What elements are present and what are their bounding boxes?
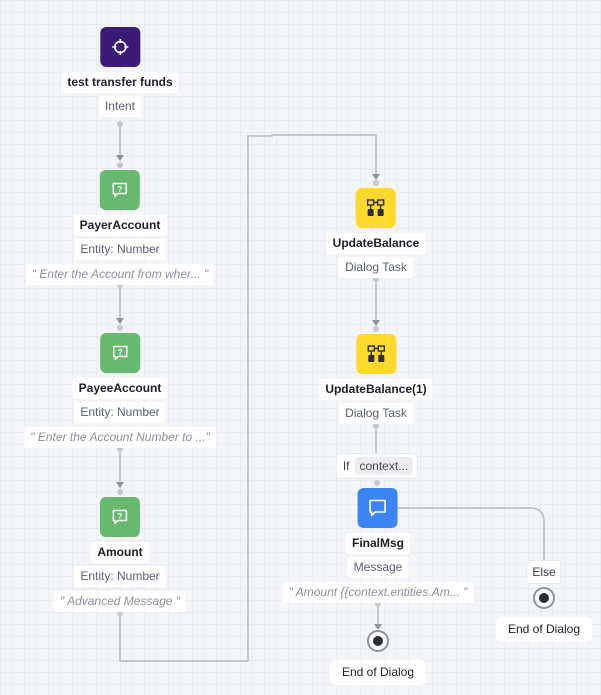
condition-value[interactable]: context... bbox=[354, 457, 414, 475]
prompt-text: Advanced Message bbox=[67, 594, 173, 608]
message-node-icon-box[interactable] bbox=[357, 488, 398, 528]
node-type-label: Intent bbox=[98, 96, 142, 117]
arrowhead bbox=[116, 482, 124, 488]
condition-if-block[interactable]: If context... bbox=[335, 453, 419, 479]
quote-close: " bbox=[203, 267, 209, 281]
end-node-icon[interactable] bbox=[532, 587, 555, 609]
prompt-text: Enter the Account Number to ... bbox=[37, 430, 206, 444]
crosshair-icon bbox=[110, 37, 130, 57]
node-title: UpdateBalance bbox=[326, 233, 426, 254]
svg-text:?: ? bbox=[118, 348, 123, 357]
dialog-task-icon-box[interactable] bbox=[355, 188, 396, 228]
input-port[interactable] bbox=[373, 326, 379, 332]
quote-close: " bbox=[463, 585, 468, 599]
end-dot bbox=[372, 636, 383, 646]
entity-node-icon-box[interactable]: ? bbox=[99, 497, 140, 537]
update-balance-1-node[interactable]: UpdateBalance(1) Dialog Task bbox=[319, 334, 433, 424]
node-title: FinalMsg bbox=[345, 533, 411, 554]
input-port[interactable] bbox=[374, 480, 380, 486]
end-of-dialog-else-node[interactable]: End of Dialog bbox=[495, 587, 593, 642]
flow-icon bbox=[365, 197, 387, 219]
flow-icon bbox=[365, 343, 387, 365]
output-port[interactable] bbox=[117, 121, 123, 127]
quote-open: " bbox=[288, 585, 293, 599]
quote-open: " bbox=[31, 267, 37, 281]
end-dot bbox=[538, 593, 549, 603]
node-title: PayeeAccount bbox=[72, 378, 168, 399]
node-type-label: Entity: Number bbox=[74, 566, 166, 587]
question-bubble-icon: ? bbox=[110, 180, 130, 200]
node-prompt-preview: " Amount {{context.entities.Am... " bbox=[282, 582, 474, 603]
node-prompt-preview: " Enter the Account Number to ..." bbox=[24, 427, 216, 448]
svg-text:?: ? bbox=[118, 185, 123, 194]
prompt-text: Amount {{context.entities.Am... bbox=[295, 585, 460, 599]
input-port[interactable] bbox=[117, 489, 123, 495]
node-title: UpdateBalance(1) bbox=[319, 379, 433, 400]
end-of-dialog-node[interactable]: End of Dialog bbox=[329, 630, 427, 685]
input-port[interactable] bbox=[373, 180, 379, 186]
node-title: Amount bbox=[91, 542, 149, 563]
dialog-task-icon-box[interactable] bbox=[356, 334, 396, 374]
arrowhead bbox=[116, 155, 124, 161]
end-node-label: End of Dialog bbox=[329, 660, 427, 685]
svg-text:?: ? bbox=[118, 512, 123, 521]
input-port[interactable] bbox=[117, 162, 123, 168]
prompt-text: Enter the Account from wher... bbox=[39, 267, 201, 281]
node-type-label: Entity: Number bbox=[74, 239, 166, 260]
node-prompt-preview: " Advanced Message " bbox=[53, 591, 187, 612]
entity-node-icon-box[interactable]: ? bbox=[99, 333, 140, 373]
intent-node-icon-box[interactable] bbox=[99, 27, 140, 67]
condition-keyword: If bbox=[342, 459, 350, 473]
node-type-label: Entity: Number bbox=[74, 402, 166, 423]
payee-account-node[interactable]: ? PayeeAccount Entity: Number " Enter th… bbox=[24, 333, 216, 448]
quote-close: " bbox=[175, 594, 181, 608]
question-bubble-icon: ? bbox=[110, 507, 130, 527]
dialog-flow-canvas[interactable]: test transfer funds Intent ? PayerAccoun… bbox=[0, 0, 601, 695]
end-node-label: End of Dialog bbox=[495, 617, 593, 642]
amount-node[interactable]: ? Amount Entity: Number " Advanced Messa… bbox=[53, 497, 187, 612]
arrowhead bbox=[372, 320, 380, 326]
intent-node[interactable]: test transfer funds Intent bbox=[61, 27, 179, 117]
arrowhead bbox=[372, 174, 380, 180]
input-port[interactable] bbox=[117, 325, 123, 331]
message-bubble-icon bbox=[367, 497, 389, 519]
update-balance-node[interactable]: UpdateBalance Dialog Task bbox=[326, 188, 426, 278]
arrowhead bbox=[116, 318, 124, 324]
node-title: PayerAccount bbox=[73, 215, 167, 236]
quote-open: " bbox=[59, 594, 65, 608]
quote-open: " bbox=[30, 430, 35, 444]
node-type-label: Message bbox=[347, 557, 409, 578]
quote-close: " bbox=[205, 430, 210, 444]
node-type-label: Dialog Task bbox=[339, 257, 413, 278]
question-bubble-icon: ? bbox=[110, 343, 130, 363]
node-title: test transfer funds bbox=[61, 72, 179, 93]
node-prompt-preview: " Enter the Account from wher... " bbox=[25, 264, 215, 285]
entity-node-icon-box[interactable]: ? bbox=[100, 170, 140, 210]
payer-account-node[interactable]: ? PayerAccount Entity: Number " Enter th… bbox=[25, 170, 215, 285]
else-branch-label[interactable]: Else bbox=[526, 560, 562, 584]
final-msg-node[interactable]: FinalMsg Message " Amount {{context.enti… bbox=[282, 488, 474, 603]
end-node-icon[interactable] bbox=[366, 630, 389, 652]
node-type-label: Dialog Task bbox=[339, 403, 413, 424]
